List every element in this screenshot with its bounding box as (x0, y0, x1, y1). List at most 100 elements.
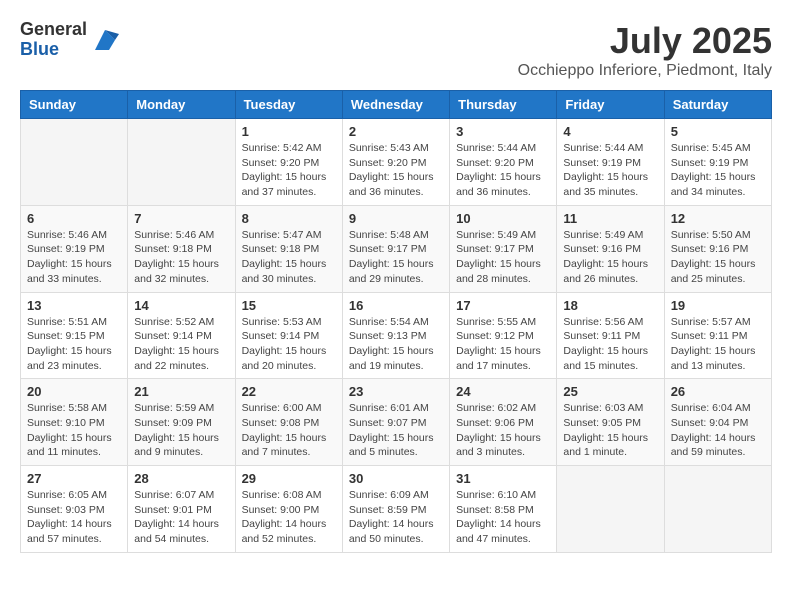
day-number: 8 (242, 211, 336, 226)
day-number: 7 (134, 211, 228, 226)
title-section: July 2025 Occhieppo Inferiore, Piedmont,… (518, 20, 772, 80)
calendar-cell: 24 Sunrise: 6:02 AM Sunset: 9:06 PM Dayli… (450, 379, 557, 466)
day-of-week-header: Thursday (450, 91, 557, 119)
day-info: Sunrise: 5:44 AM Sunset: 9:20 PM Dayligh… (456, 141, 550, 200)
day-number: 17 (456, 298, 550, 313)
day-info: Sunrise: 6:03 AM Sunset: 9:05 PM Dayligh… (563, 401, 657, 460)
day-info: Sunrise: 5:43 AM Sunset: 9:20 PM Dayligh… (349, 141, 443, 200)
day-info: Sunrise: 5:58 AM Sunset: 9:10 PM Dayligh… (27, 401, 121, 460)
calendar-cell: 21 Sunrise: 5:59 AM Sunset: 9:09 PM Dayli… (128, 379, 235, 466)
day-number: 15 (242, 298, 336, 313)
calendar-cell: 8 Sunrise: 5:47 AM Sunset: 9:18 PM Daylig… (235, 205, 342, 292)
day-info: Sunrise: 6:07 AM Sunset: 9:01 PM Dayligh… (134, 488, 228, 547)
calendar-cell: 18 Sunrise: 5:56 AM Sunset: 9:11 PM Dayli… (557, 292, 664, 379)
calendar-cell: 31 Sunrise: 6:10 AM Sunset: 8:58 PM Dayli… (450, 466, 557, 553)
calendar-cell: 11Sunrise: 5:49 AM Sunset: 9:16 PM Dayli… (557, 205, 664, 292)
day-info: Sunrise: 5:51 AM Sunset: 9:15 PM Dayligh… (27, 315, 121, 374)
logo-general-text: General (20, 20, 87, 40)
day-number: 22 (242, 384, 336, 399)
day-info: Sunrise: 5:50 AM Sunset: 9:16 PM Dayligh… (671, 228, 765, 287)
day-of-week-header: Tuesday (235, 91, 342, 119)
calendar-cell: 22 Sunrise: 6:00 AM Sunset: 9:08 PM Dayli… (235, 379, 342, 466)
day-info: Sunrise: 6:04 AM Sunset: 9:04 PM Dayligh… (671, 401, 765, 460)
day-info: Sunrise: 5:55 AM Sunset: 9:12 PM Dayligh… (456, 315, 550, 374)
day-info: Sunrise: 5:46 AM Sunset: 9:18 PM Dayligh… (134, 228, 228, 287)
calendar-cell: 26 Sunrise: 6:04 AM Sunset: 9:04 PM Dayli… (664, 379, 771, 466)
day-number: 25 (563, 384, 657, 399)
day-number: 14 (134, 298, 228, 313)
day-number: 20 (27, 384, 121, 399)
day-of-week-header: Monday (128, 91, 235, 119)
calendar-cell (557, 466, 664, 553)
day-number: 18 (563, 298, 657, 313)
day-info: Sunrise: 6:02 AM Sunset: 9:06 PM Dayligh… (456, 401, 550, 460)
day-info: Sunrise: 6:00 AM Sunset: 9:08 PM Dayligh… (242, 401, 336, 460)
calendar-cell: 17 Sunrise: 5:55 AM Sunset: 9:12 PM Dayli… (450, 292, 557, 379)
calendar-cell: 1Sunrise: 5:42 AM Sunset: 9:20 PM Daylig… (235, 119, 342, 206)
logo-icon (91, 26, 119, 54)
day-info: Sunrise: 5:46 AM Sunset: 9:19 PM Dayligh… (27, 228, 121, 287)
calendar-week-row: 27Sunrise: 6:05 AM Sunset: 9:03 PM Dayli… (21, 466, 772, 553)
day-number: 23 (349, 384, 443, 399)
calendar-cell: 27Sunrise: 6:05 AM Sunset: 9:03 PM Dayli… (21, 466, 128, 553)
day-info: Sunrise: 5:59 AM Sunset: 9:09 PM Dayligh… (134, 401, 228, 460)
day-number: 2 (349, 124, 443, 139)
calendar-cell: 12 Sunrise: 5:50 AM Sunset: 9:16 PM Dayli… (664, 205, 771, 292)
day-info: Sunrise: 5:49 AM Sunset: 9:17 PM Dayligh… (456, 228, 550, 287)
calendar-cell: 30 Sunrise: 6:09 AM Sunset: 8:59 PM Dayli… (342, 466, 449, 553)
day-number: 5 (671, 124, 765, 139)
day-number: 10 (456, 211, 550, 226)
day-number: 1 (242, 124, 336, 139)
day-number: 21 (134, 384, 228, 399)
day-info: Sunrise: 5:45 AM Sunset: 9:19 PM Dayligh… (671, 141, 765, 200)
day-info: Sunrise: 5:47 AM Sunset: 9:18 PM Dayligh… (242, 228, 336, 287)
day-info: Sunrise: 6:05 AM Sunset: 9:03 PM Dayligh… (27, 488, 121, 547)
day-info: Sunrise: 5:49 AM Sunset: 9:16 PM Dayligh… (563, 228, 657, 287)
day-number: 13 (27, 298, 121, 313)
day-of-week-header: Saturday (664, 91, 771, 119)
day-number: 29 (242, 471, 336, 486)
day-of-week-header: Sunday (21, 91, 128, 119)
calendar-cell: 20 Sunrise: 5:58 AM Sunset: 9:10 PM Dayli… (21, 379, 128, 466)
day-number: 24 (456, 384, 550, 399)
calendar-week-row: 1Sunrise: 5:42 AM Sunset: 9:20 PM Daylig… (21, 119, 772, 206)
page-header: General Blue July 2025 Occhieppo Inferio… (20, 20, 772, 80)
calendar-cell: 6 Sunrise: 5:46 AM Sunset: 9:19 PM Daylig… (21, 205, 128, 292)
day-info: Sunrise: 5:44 AM Sunset: 9:19 PM Dayligh… (563, 141, 657, 200)
calendar-cell: 9Sunrise: 5:48 AM Sunset: 9:17 PM Daylig… (342, 205, 449, 292)
calendar-table: SundayMondayTuesdayWednesdayThursdayFrid… (20, 90, 772, 553)
day-number: 28 (134, 471, 228, 486)
day-number: 12 (671, 211, 765, 226)
day-info: Sunrise: 5:53 AM Sunset: 9:14 PM Dayligh… (242, 315, 336, 374)
day-number: 3 (456, 124, 550, 139)
calendar-week-row: 13 Sunrise: 5:51 AM Sunset: 9:15 PM Dayli… (21, 292, 772, 379)
calendar-cell: 10 Sunrise: 5:49 AM Sunset: 9:17 PM Dayli… (450, 205, 557, 292)
day-number: 26 (671, 384, 765, 399)
calendar-cell: 14 Sunrise: 5:52 AM Sunset: 9:14 PM Dayli… (128, 292, 235, 379)
day-number: 31 (456, 471, 550, 486)
calendar-cell: 4Sunrise: 5:44 AM Sunset: 9:19 PM Daylig… (557, 119, 664, 206)
day-info: Sunrise: 5:56 AM Sunset: 9:11 PM Dayligh… (563, 315, 657, 374)
day-number: 6 (27, 211, 121, 226)
day-of-week-header: Wednesday (342, 91, 449, 119)
day-info: Sunrise: 6:01 AM Sunset: 9:07 PM Dayligh… (349, 401, 443, 460)
day-number: 9 (349, 211, 443, 226)
calendar-cell: 5 Sunrise: 5:45 AM Sunset: 9:19 PM Daylig… (664, 119, 771, 206)
calendar-cell: 7 Sunrise: 5:46 AM Sunset: 9:18 PM Daylig… (128, 205, 235, 292)
calendar-cell: 3 Sunrise: 5:44 AM Sunset: 9:20 PM Daylig… (450, 119, 557, 206)
day-info: Sunrise: 6:08 AM Sunset: 9:00 PM Dayligh… (242, 488, 336, 547)
calendar-cell: 16 Sunrise: 5:54 AM Sunset: 9:13 PM Dayli… (342, 292, 449, 379)
day-info: Sunrise: 5:54 AM Sunset: 9:13 PM Dayligh… (349, 315, 443, 374)
day-number: 19 (671, 298, 765, 313)
calendar-week-row: 20 Sunrise: 5:58 AM Sunset: 9:10 PM Dayli… (21, 379, 772, 466)
day-number: 30 (349, 471, 443, 486)
day-info: Sunrise: 6:10 AM Sunset: 8:58 PM Dayligh… (456, 488, 550, 547)
calendar-cell (128, 119, 235, 206)
day-number: 16 (349, 298, 443, 313)
day-of-week-header: Friday (557, 91, 664, 119)
calendar-cell: 29 Sunrise: 6:08 AM Sunset: 9:00 PM Dayli… (235, 466, 342, 553)
calendar-cell (664, 466, 771, 553)
calendar-header-row: SundayMondayTuesdayWednesdayThursdayFrid… (21, 91, 772, 119)
day-info: Sunrise: 6:09 AM Sunset: 8:59 PM Dayligh… (349, 488, 443, 547)
day-info: Sunrise: 5:52 AM Sunset: 9:14 PM Dayligh… (134, 315, 228, 374)
